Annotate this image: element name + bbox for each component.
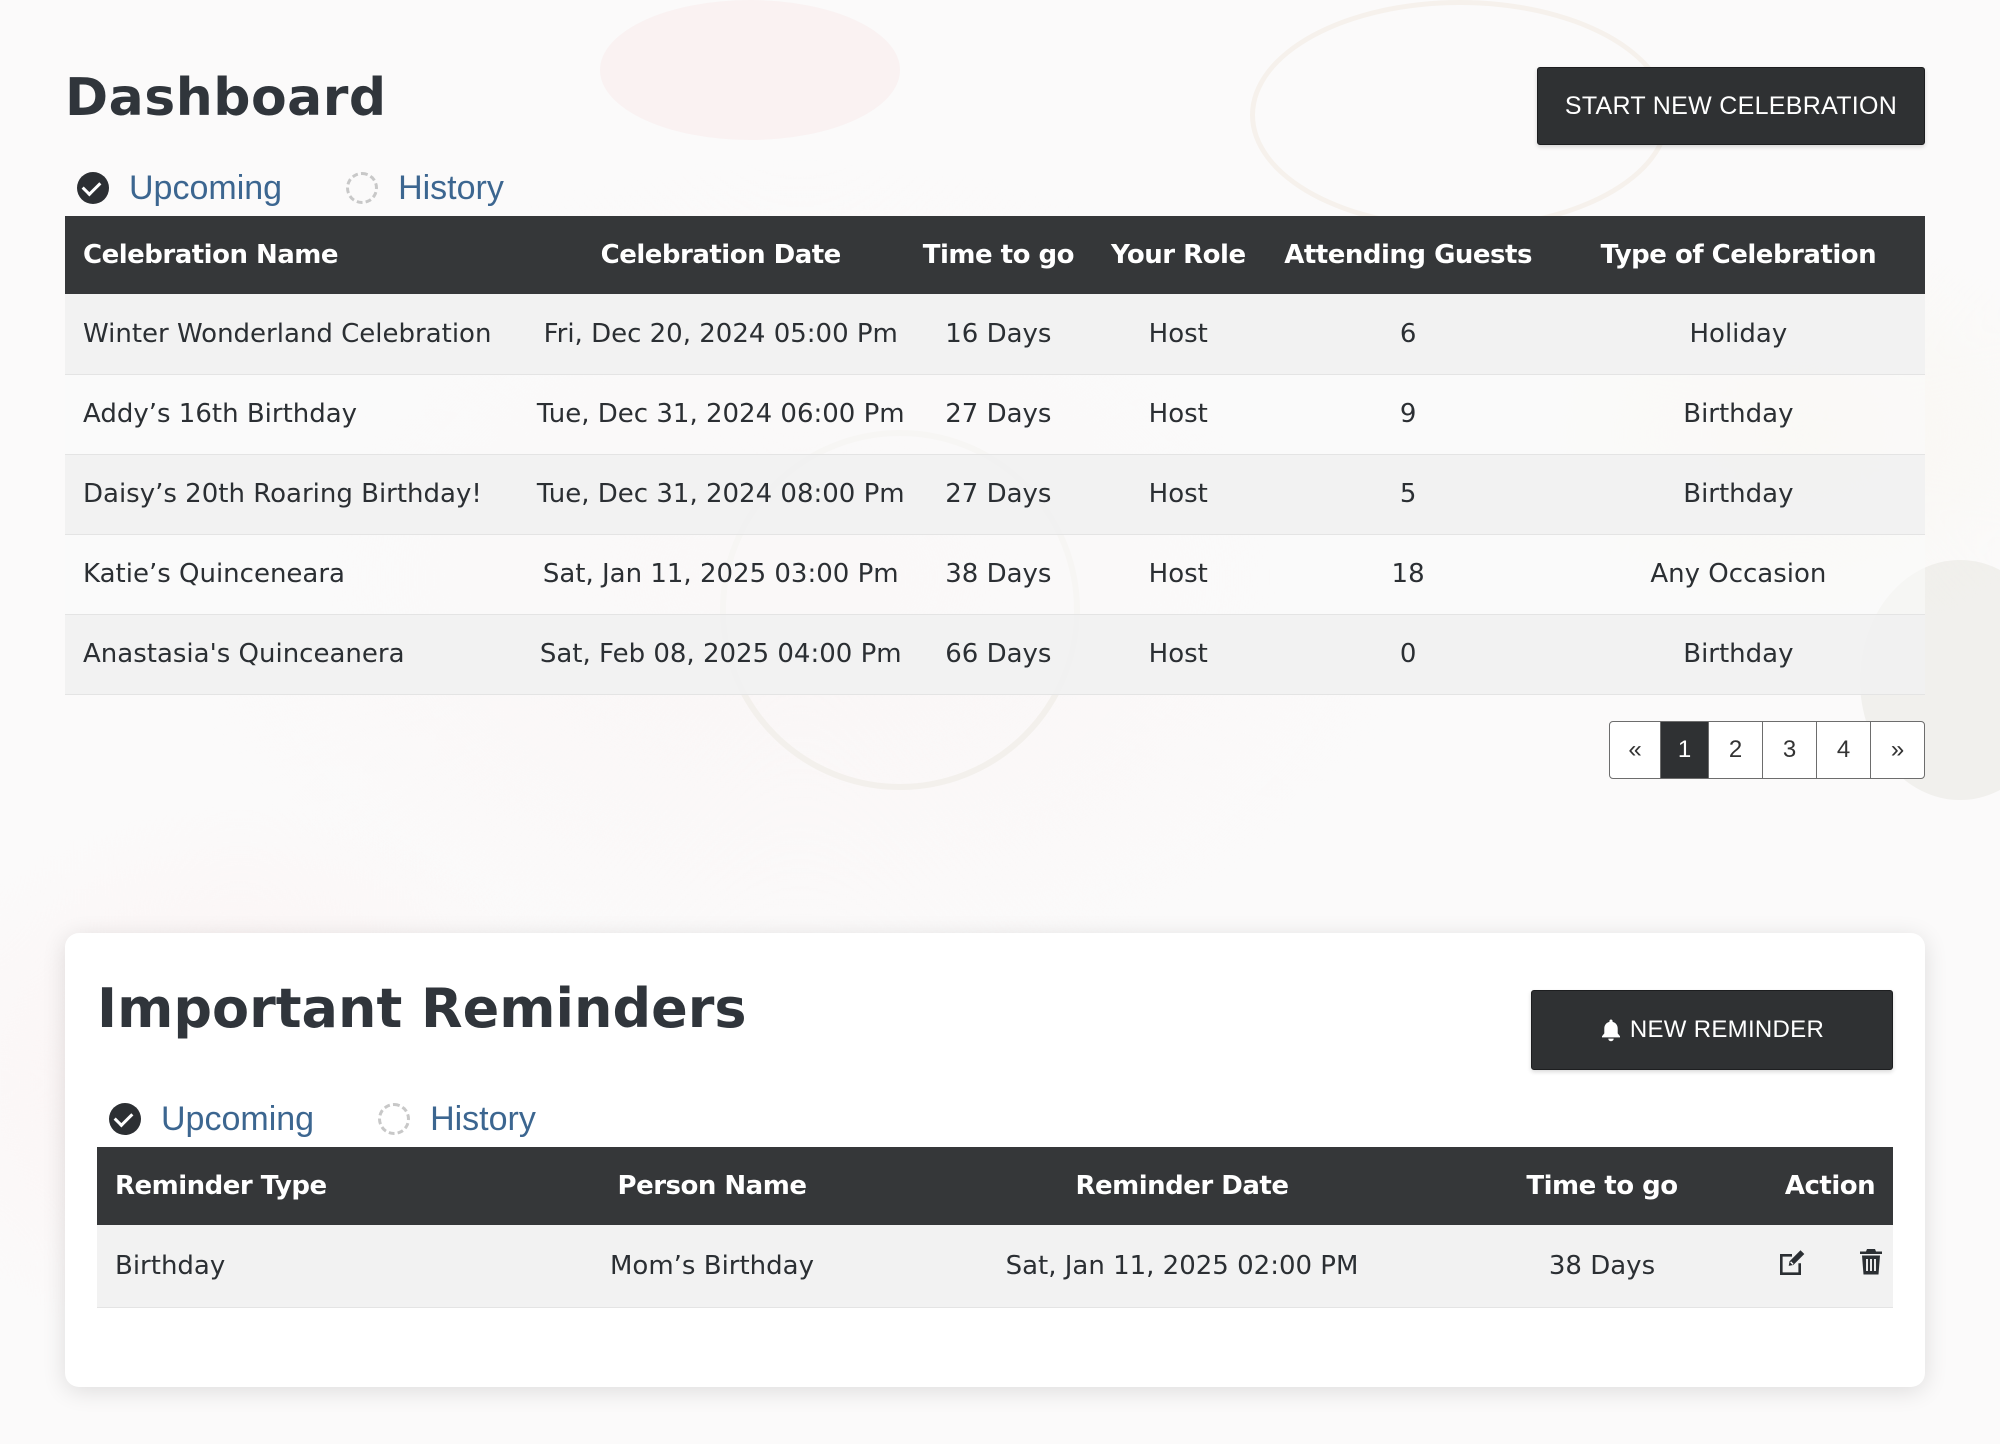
page-4-button[interactable]: 4: [1816, 721, 1870, 778]
reminders-table: Reminder Type Person Name Reminder Date …: [97, 1147, 1893, 1308]
time-to-go: 27 Days: [945, 399, 1052, 429]
time-to-go: 38 Days: [945, 559, 1052, 589]
bell-icon: [1601, 1019, 1620, 1042]
reminders-card: Important Reminders NEW REMINDER Upcomin…: [65, 933, 1925, 1387]
celebration-name[interactable]: Winter Wonderland Celebration: [65, 294, 537, 374]
attending-guests: 6: [1399, 318, 1417, 349]
column-header[interactable]: Celebration Date: [537, 216, 905, 294]
celebration-date: Sat, Jan 11, 2025 03:00 Pm: [542, 559, 899, 589]
table-row[interactable]: Katie’s Quinceneara Sat, Jan 11, 2025 03…: [65, 534, 1925, 614]
tab-label: History: [398, 168, 504, 207]
pager: « 1 2 3 4 »: [1609, 720, 1925, 779]
attending-guests: 9: [1399, 399, 1417, 429]
celebration-name[interactable]: Daisy’s 20th Roaring Birthday!: [65, 454, 537, 534]
start-new-celebration-button[interactable]: START NEW CELEBRATION: [1537, 67, 1925, 145]
table-row[interactable]: Birthday Mom’s Birthday Sat, Jan 11, 202…: [97, 1225, 1893, 1307]
tab-upcoming[interactable]: Upcoming: [77, 169, 282, 208]
tab-history[interactable]: History: [346, 169, 504, 208]
column-header[interactable]: Reminder Type: [97, 1147, 497, 1225]
column-header[interactable]: Person Name: [497, 1147, 927, 1225]
celebration-type: Holiday: [1689, 318, 1788, 349]
person-name: Mom’s Birthday: [610, 1250, 814, 1281]
your-role: Host: [1148, 399, 1208, 429]
column-header[interactable]: Time to go: [905, 216, 1092, 294]
reminders-header: Important Reminders NEW REMINDER: [97, 933, 1893, 1123]
page-3-button[interactable]: 3: [1762, 721, 1816, 778]
check-circle-icon: [109, 1103, 141, 1135]
table-row[interactable]: Addy’s 16th Birthday Tue, Dec 31, 2024 0…: [65, 374, 1925, 454]
new-reminder-label: NEW REMINDER: [1629, 1016, 1825, 1043]
attending-guests: 5: [1399, 479, 1417, 509]
page-title: Dashboard: [65, 68, 387, 128]
your-role: Host: [1148, 559, 1208, 589]
table-row[interactable]: Anastasia's Quinceanera Sat, Feb 08, 202…: [65, 614, 1925, 694]
celebration-type: Birthday: [1683, 639, 1794, 669]
celebration-tabs: Upcoming History: [65, 160, 1925, 216]
column-header[interactable]: Your Role: [1092, 216, 1264, 294]
time-to-go: 27 Days: [945, 479, 1052, 509]
page-2-button[interactable]: 2: [1708, 721, 1762, 778]
page-next-button[interactable]: »: [1870, 721, 1924, 778]
page-prev-button[interactable]: «: [1610, 722, 1660, 778]
celebration-type: Birthday: [1683, 399, 1794, 429]
celebrations-table: Celebration Name Celebration Date Time t…: [65, 216, 1925, 695]
table-header-row: Reminder Type Person Name Reminder Date …: [97, 1147, 1893, 1225]
dashboard-container: Dashboard START NEW CELEBRATION Upcoming…: [65, 0, 1925, 1387]
reminder-date: Sat, Jan 11, 2025 02:00 PM: [1005, 1250, 1359, 1281]
column-header[interactable]: Attending Guests: [1264, 216, 1551, 294]
attending-guests: 18: [1391, 559, 1425, 589]
celebration-date: Fri, Dec 20, 2024 05:00 Pm: [543, 318, 898, 349]
table-header-row: Celebration Name Celebration Date Time t…: [65, 216, 1925, 294]
your-role: Host: [1148, 639, 1208, 669]
action-cell: [1767, 1225, 1893, 1307]
table-row[interactable]: Winter Wonderland Celebration Fri, Dec 2…: [65, 294, 1925, 374]
celebration-name[interactable]: Anastasia's Quinceanera: [65, 614, 537, 694]
time-to-go: 66 Days: [945, 639, 1052, 669]
celebration-type: Any Occasion: [1650, 559, 1827, 589]
check-circle-icon: [77, 172, 109, 204]
your-role: Host: [1148, 479, 1208, 509]
celebration-date: Sat, Feb 08, 2025 04:00 Pm: [539, 639, 902, 669]
your-role: Host: [1148, 318, 1208, 349]
pagination: « 1 2 3 4 »: [65, 720, 1925, 779]
time-to-go: 16 Days: [945, 318, 1052, 349]
reminder-type: Birthday: [115, 1250, 226, 1281]
column-header[interactable]: Type of Celebration: [1552, 216, 1925, 294]
celebration-date: Tue, Dec 31, 2024 08:00 Pm: [536, 479, 905, 509]
celebration-date: Tue, Dec 31, 2024 06:00 Pm: [536, 399, 905, 429]
celebration-type: Birthday: [1683, 479, 1794, 509]
edit-icon[interactable]: [1777, 1248, 1807, 1276]
reminders-title: Important Reminders: [97, 977, 747, 1040]
new-reminder-button[interactable]: NEW REMINDER: [1531, 990, 1893, 1070]
attending-guests: 0: [1399, 639, 1417, 669]
dashboard-header: Dashboard START NEW CELEBRATION: [65, 0, 1925, 160]
trash-icon[interactable]: [1859, 1248, 1883, 1276]
page-1-button[interactable]: 1: [1660, 721, 1708, 778]
celebration-name[interactable]: Addy’s 16th Birthday: [65, 374, 537, 454]
time-to-go: 38 Days: [1548, 1250, 1656, 1281]
column-header[interactable]: Time to go: [1437, 1147, 1767, 1225]
celebration-name[interactable]: Katie’s Quinceneara: [65, 534, 537, 614]
column-header[interactable]: Celebration Name: [65, 216, 537, 294]
tab-label: Upcoming: [129, 168, 283, 207]
dashed-circle-icon: [346, 172, 379, 204]
dashed-circle-icon: [378, 1103, 411, 1135]
column-header: Action: [1784, 1171, 1876, 1201]
table-row[interactable]: Daisy’s 20th Roaring Birthday! Tue, Dec …: [65, 454, 1925, 534]
column-header[interactable]: Reminder Date: [927, 1147, 1437, 1225]
